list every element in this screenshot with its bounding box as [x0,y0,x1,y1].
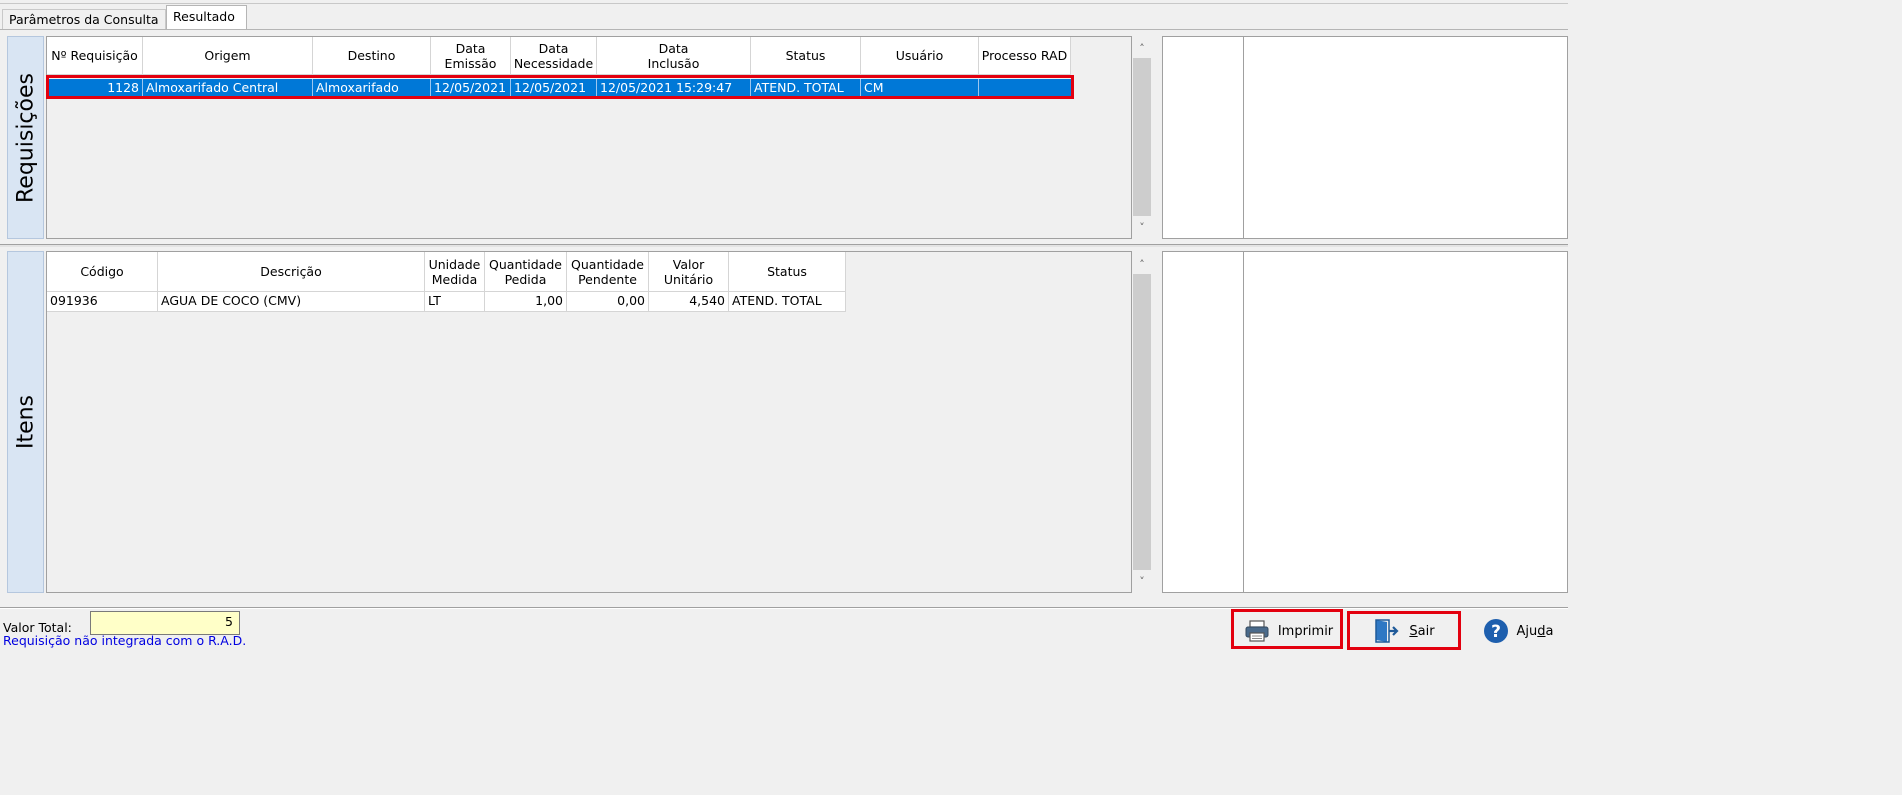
cell-valor-unitario: 4,540 [649,292,729,312]
svg-text:?: ? [1491,622,1501,642]
requisicoes-detail-panel [1162,36,1568,239]
tab-resultado[interactable]: Resultado [166,5,247,30]
col-header-numero[interactable]: Nº Requisição [47,37,143,75]
col-header-status[interactable]: Status [751,37,861,75]
col-header-origem[interactable]: Origem [143,37,313,75]
valor-total-field: 5 [90,611,240,635]
scroll-up-icon[interactable]: ˄ [1132,254,1152,274]
top-border [0,0,1568,4]
requisicoes-vertical-scrollbar[interactable]: ˄ ˅ [1132,36,1152,239]
col-header-descricao[interactable]: Descrição [158,252,425,292]
ajuda-label: Ajuda [1516,623,1554,639]
cell-codigo: 091936 [47,292,158,312]
col-header-usuario[interactable]: Usuário [861,37,979,75]
help-icon: ? [1483,618,1509,644]
scroll-thumb[interactable] [1133,58,1151,216]
cell-qtd-pedida: 1,00 [485,292,567,312]
cell-unidade: LT [425,292,485,312]
cell-qtd-pendente: 0,00 [567,292,649,312]
col-header-qtd-pendente[interactable]: Quantidade Pendente [567,252,649,292]
itens-grid[interactable]: Código Descrição Unidade Medida Quantida… [46,251,1132,593]
requisicoes-grid[interactable]: Nº Requisição Origem Destino Data Emissã… [46,36,1132,239]
col-header-unidade[interactable]: Unidade Medida [425,252,485,292]
col-header-processo-rad[interactable]: Processo RAD [979,37,1071,75]
scroll-thumb[interactable] [1133,274,1151,570]
requisicoes-side-label: Requisições [7,36,44,239]
itens-side-label: Itens [7,251,44,593]
highlight-box-selected-row [46,75,1074,99]
scroll-down-icon[interactable]: ˅ [1132,217,1152,237]
col-header-qtd-pedida[interactable]: Quantidade Pedida [485,252,567,292]
requisicoes-consulta-window: Parâmetros da Consulta Resultado Requisi… [0,0,1568,655]
ajuda-button[interactable]: ? Ajuda [1468,614,1568,648]
col-header-status[interactable]: Status [729,252,846,292]
cell-status: ATEND. TOTAL [729,292,846,312]
scroll-up-icon[interactable]: ˄ [1132,38,1152,58]
col-header-data-inclusao[interactable]: Data Inclusão [597,37,751,75]
table-row[interactable]: 091936 AGUA DE COCO (CMV) LT 1,00 0,00 4… [47,292,846,312]
panel-divider [1243,37,1244,238]
highlight-box-imprimir [1231,609,1343,649]
requisicoes-label-text: Requisições [13,72,38,203]
col-header-destino[interactable]: Destino [313,37,431,75]
col-header-codigo[interactable]: Código [47,252,158,292]
cell-descricao: AGUA DE COCO (CMV) [158,292,425,312]
itens-vertical-scrollbar[interactable]: ˄ ˅ [1132,251,1152,593]
rad-warning-text: Requisição não integrada com o R.A.D. [3,633,247,648]
panel-divider [1243,252,1244,592]
scroll-down-icon[interactable]: ˅ [1132,571,1152,591]
itens-label-text: Itens [13,394,38,450]
highlight-box-sair [1347,611,1461,650]
tab-parametros-consulta[interactable]: Parâmetros da Consulta [2,9,166,29]
col-header-data-necessidade[interactable]: Data Necessidade [511,37,597,75]
col-header-data-emissao[interactable]: Data Emissão [431,37,511,75]
section-splitter[interactable] [0,244,1568,247]
itens-detail-panel [1162,251,1568,593]
col-header-valor-unitario[interactable]: Valor Unitário [649,252,729,292]
